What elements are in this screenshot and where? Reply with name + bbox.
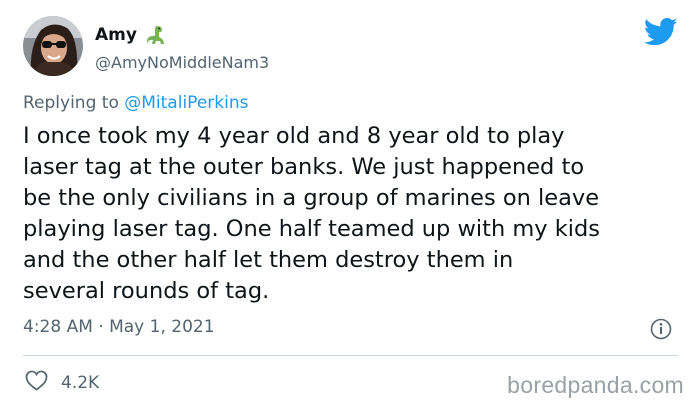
like-count: 4.2K: [61, 372, 100, 393]
avatar-image: [23, 16, 83, 76]
replying-to-prefix: Replying to: [23, 93, 119, 113]
replying-to-line: Replying to @MitaliPerkins: [23, 93, 248, 113]
like-button[interactable]: 4.2K: [25, 370, 99, 395]
reply-mention-link[interactable]: @MitaliPerkins: [124, 93, 248, 113]
author-display-name[interactable]: Amy: [95, 25, 137, 45]
twitter-bird-icon[interactable]: [643, 17, 678, 47]
divider: [23, 355, 678, 356]
dinosaur-emoji-icon: [145, 24, 167, 46]
tweet-card: Amy @AmyNoMiddleNam3 Replying to @Mitali…: [0, 0, 700, 409]
author-name-row: Amy: [95, 24, 167, 46]
info-icon[interactable]: [650, 318, 672, 340]
tweet-timestamp[interactable]: 4:28 AM · May 1, 2021: [23, 317, 215, 337]
watermark: boredpanda.com: [507, 372, 684, 398]
tweet-text: I once took my 4 year old and 8 year old…: [23, 123, 601, 304]
avatar[interactable]: [23, 16, 83, 76]
heart-icon: [25, 370, 48, 395]
author-handle[interactable]: @AmyNoMiddleNam3: [95, 53, 269, 72]
